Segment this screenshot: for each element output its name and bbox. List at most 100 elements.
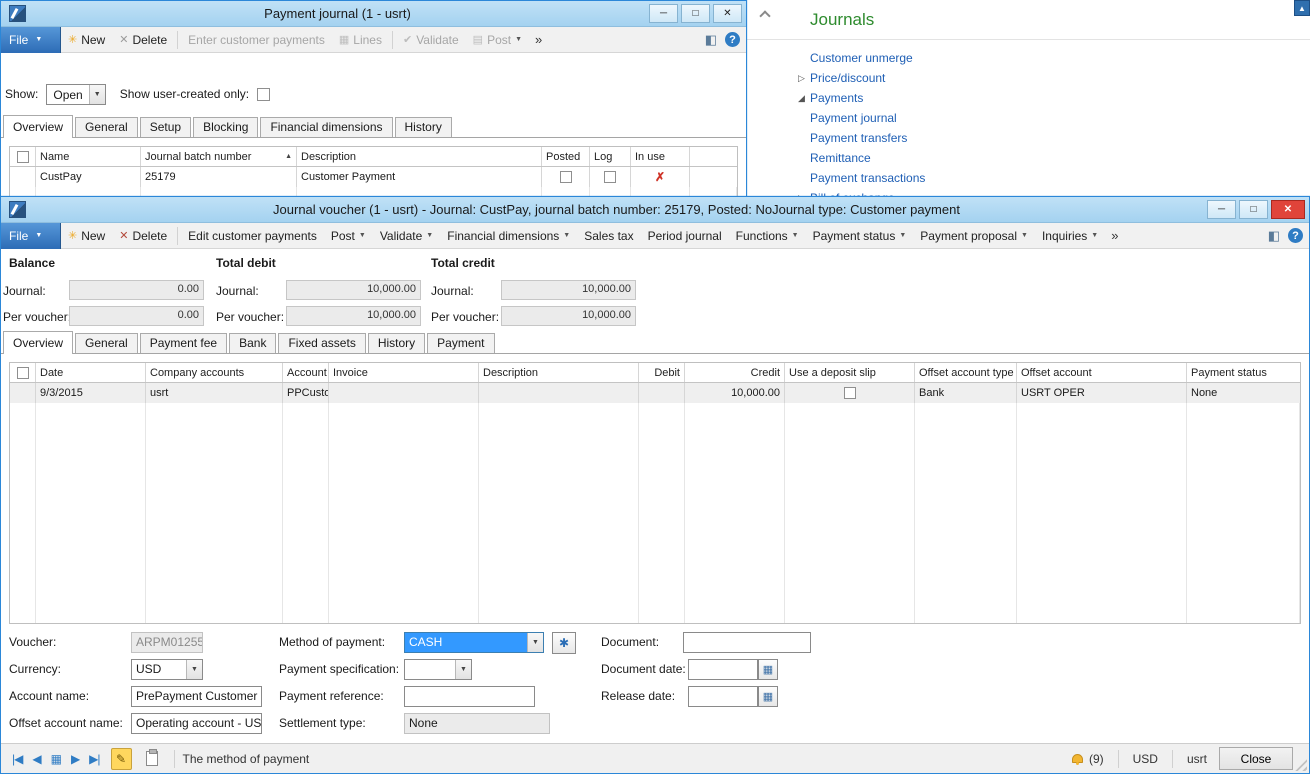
layout-icon[interactable]: ◧ (1268, 228, 1280, 244)
column-header-offset-account[interactable]: Offset account (1017, 363, 1187, 382)
select-all-checkbox[interactable] (17, 151, 29, 163)
tab-overview[interactable]: Overview (3, 331, 73, 354)
close-button[interactable]: ✕ (713, 4, 742, 23)
payment-journal-titlebar[interactable]: Payment journal (1 - usrt) ─ □ ✕ (1, 1, 746, 27)
edit-customer-payments-button[interactable]: Edit customer payments (181, 224, 324, 248)
column-header-account[interactable]: Account (283, 363, 329, 382)
offset-account-name-field[interactable]: Operating account - US (131, 713, 262, 734)
lines-button[interactable]: ▦Lines (332, 28, 389, 52)
sales-tax-button[interactable]: Sales tax (577, 224, 640, 248)
new-button[interactable]: ✳New (61, 28, 112, 52)
column-header-offset-account-type[interactable]: Offset account type (915, 363, 1017, 382)
user-created-checkbox[interactable] (257, 88, 270, 101)
journal-row-custpay[interactable]: CustPay 25179 Customer Payment ✗ (10, 167, 737, 187)
log-checkbox[interactable] (604, 171, 616, 183)
deposit-slip-checkbox[interactable] (844, 387, 856, 399)
tab-bank[interactable]: Bank (229, 333, 276, 353)
post-button[interactable]: ▤Post▼ (466, 28, 529, 52)
functions-menu-button[interactable]: Functions▼ (729, 224, 806, 248)
release-date-input[interactable] (688, 686, 758, 707)
scroll-up-button[interactable]: ▲ (1294, 0, 1310, 16)
previous-record-button[interactable]: ◀ (27, 752, 45, 766)
next-record-button[interactable]: ▶ (66, 752, 84, 766)
column-header-name[interactable]: Name (36, 147, 141, 166)
column-header-description[interactable]: Description (479, 363, 639, 382)
file-menu-button[interactable]: File ▼ (1, 223, 61, 249)
column-header-invoice[interactable]: Invoice (329, 363, 479, 382)
tab-blocking[interactable]: Blocking (193, 117, 258, 137)
minimize-button[interactable]: ─ (649, 4, 678, 23)
layout-icon[interactable]: ◧ (705, 32, 717, 48)
file-menu-button[interactable]: File ▼ (1, 27, 61, 53)
last-record-button[interactable]: ▶| (84, 752, 104, 766)
clipboard-icon[interactable] (146, 751, 158, 766)
column-header-log[interactable]: Log (590, 147, 631, 166)
column-header-debit[interactable]: Debit (639, 363, 685, 382)
tab-financial-dimensions[interactable]: Financial dimensions (260, 117, 392, 137)
payment-reference-input[interactable] (404, 686, 535, 707)
minimize-button[interactable]: ─ (1207, 200, 1236, 219)
period-journal-button[interactable]: Period journal (641, 224, 729, 248)
method-of-payment-lookup-button[interactable]: ✱ (552, 632, 576, 654)
column-header-company-accounts[interactable]: Company accounts (146, 363, 283, 382)
document-date-input[interactable] (688, 659, 758, 680)
maximize-button[interactable]: □ (1239, 200, 1268, 219)
row-select-cell[interactable] (10, 167, 36, 187)
tree-item-price-discount[interactable]: ▷Price/discount (747, 68, 1310, 88)
first-record-button[interactable]: |◀ (7, 752, 27, 766)
tree-item-payments[interactable]: ◢Payments (747, 88, 1310, 108)
tab-setup[interactable]: Setup (140, 117, 191, 137)
document-date-calendar-button[interactable]: ▦ (758, 659, 778, 680)
tab-payment[interactable]: Payment (427, 333, 494, 353)
voucher-line-row[interactable]: 9/3/2015 usrt PPCusto... 10,000.00 Bank … (10, 383, 1300, 403)
column-header-in-use[interactable]: In use (631, 147, 690, 166)
inquiries-menu-button[interactable]: Inquiries▼ (1035, 224, 1105, 248)
close-window-button[interactable]: Close (1219, 747, 1293, 770)
tree-item-customer-unmerge[interactable]: Customer unmerge (747, 48, 1310, 68)
tab-payment-fee[interactable]: Payment fee (140, 333, 227, 353)
journal-voucher-titlebar[interactable]: Journal voucher (1 - usrt) - Journal: Cu… (1, 197, 1309, 223)
validate-menu-button[interactable]: Validate▼ (373, 224, 440, 248)
column-header-payment-status[interactable]: Payment status (1187, 363, 1300, 382)
column-header-description[interactable]: Description (297, 147, 542, 166)
delete-button[interactable]: ✕Delete (112, 224, 174, 248)
notifications-count[interactable]: (9) (1089, 752, 1104, 766)
grid-view-button[interactable]: ▦ (46, 752, 66, 766)
notifications-bell-icon[interactable] (1072, 754, 1083, 763)
delete-button[interactable]: ✕Delete (112, 28, 174, 52)
column-header-journal-batch-number[interactable]: Journal batch number▲ (141, 147, 297, 166)
financial-dimensions-menu-button[interactable]: Financial dimensions▼ (440, 224, 577, 248)
column-header-credit[interactable]: Credit (685, 363, 785, 382)
toolbar-overflow-button[interactable]: » (1105, 228, 1124, 243)
tab-history[interactable]: History (368, 333, 425, 353)
column-header-use-a-deposit-slip[interactable]: Use a deposit slip (785, 363, 915, 382)
payment-proposal-menu-button[interactable]: Payment proposal▼ (913, 224, 1035, 248)
column-header-date[interactable]: Date (36, 363, 146, 382)
maximize-button[interactable]: □ (681, 4, 710, 23)
show-dropdown[interactable]: Open ▼ (46, 84, 105, 105)
column-header-posted[interactable]: Posted (542, 147, 590, 166)
tab-history[interactable]: History (395, 117, 452, 137)
method-of-payment-dropdown[interactable]: CASH ▼ (404, 632, 544, 653)
tab-fixed-assets[interactable]: Fixed assets (278, 333, 365, 353)
tree-item-payment-transactions[interactable]: Payment transactions (747, 168, 1310, 188)
enter-customer-payments-button[interactable]: Enter customer payments (181, 28, 332, 52)
tab-general[interactable]: General (75, 333, 138, 353)
payment-status-menu-button[interactable]: Payment status▼ (806, 224, 914, 248)
tree-item-payment-transfers[interactable]: Payment transfers (747, 128, 1310, 148)
close-button[interactable]: ✕ (1271, 200, 1305, 219)
help-icon[interactable]: ? (725, 32, 740, 47)
tab-general[interactable]: General (75, 117, 138, 137)
tree-item-payment-journal[interactable]: Payment journal (747, 108, 1310, 128)
row-select-cell[interactable] (10, 383, 36, 403)
document-input[interactable] (683, 632, 811, 653)
tree-item-remittance[interactable]: Remittance (747, 148, 1310, 168)
payment-specification-dropdown[interactable]: ▼ (404, 659, 472, 680)
tab-overview[interactable]: Overview (3, 115, 73, 138)
account-name-field[interactable]: PrePayment Customer (131, 686, 262, 707)
release-date-calendar-button[interactable]: ▦ (758, 686, 778, 707)
select-all-checkbox[interactable] (17, 367, 29, 379)
post-menu-button[interactable]: Post▼ (324, 224, 373, 248)
help-icon[interactable]: ? (1288, 228, 1303, 243)
currency-dropdown[interactable]: USD ▼ (131, 659, 203, 680)
